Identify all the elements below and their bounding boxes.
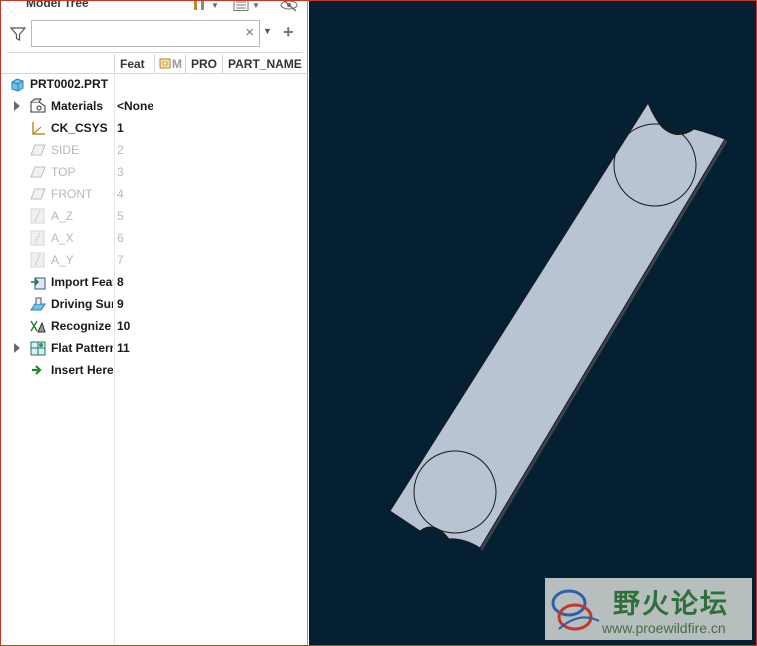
add-icon[interactable]: +: [283, 20, 294, 44]
tree-item-a-y[interactable]: A_Y 7: [1, 249, 307, 271]
tree-item-driving-sur[interactable]: Driving Sur 9: [1, 293, 307, 315]
visibility-filter-button[interactable]: [279, 1, 299, 13]
csys-icon: [32, 122, 45, 135]
datum-plane-icon: [30, 188, 46, 200]
column-header-part-name[interactable]: PART_NAME: [222, 54, 307, 74]
feature-number: 7: [117, 253, 124, 267]
feature-number: 6: [117, 231, 124, 245]
column-header-feat[interactable]: Feat: [114, 54, 154, 74]
feature-number: 2: [117, 143, 124, 157]
tree-item-recognize[interactable]: Recognize 10: [1, 315, 307, 337]
import-feature-icon: [31, 277, 46, 290]
datum-plane-icon: [30, 144, 46, 156]
expand-arrow-icon[interactable]: [14, 343, 20, 353]
driving-surface-icon: [30, 297, 46, 311]
tree-item-label: Import Feat: [51, 275, 113, 289]
list-columns-icon: [233, 1, 249, 11]
sheetmetal-part: [389, 101, 726, 549]
feature-number: 11: [117, 341, 130, 355]
watermark-url: www.proewildfire.cn: [602, 620, 726, 636]
divider: [7, 52, 302, 53]
tree-item-label: A_X: [51, 231, 74, 245]
feature-number: 5: [117, 209, 124, 223]
chevron-down-icon: ▼: [211, 1, 219, 10]
tree-item-label: TOP: [51, 165, 76, 179]
panel-header: Model Tree ▼ ▼: [1, 1, 307, 17]
tree-item-flat-pattern[interactable]: Flat Pattern 11: [1, 337, 307, 359]
mass-props-icon: [159, 58, 171, 69]
tree-item-top[interactable]: TOP 3: [1, 161, 307, 183]
feature-number: 1: [117, 121, 124, 135]
panel-title: Model Tree: [26, 1, 89, 10]
datum-plane-icon: [30, 166, 46, 178]
tree-item-a-x[interactable]: A_X 6: [1, 227, 307, 249]
tree-item-import-feat[interactable]: Import Feat 8: [1, 271, 307, 293]
tree-item-label: SIDE: [51, 143, 80, 157]
search-row: × ▼ +: [1, 20, 307, 48]
chevron-down-icon[interactable]: ▼: [263, 26, 272, 36]
tree-item-insert-here[interactable]: Insert Here: [1, 359, 307, 381]
column-header-m[interactable]: M: [154, 54, 185, 74]
feature-number: 9: [117, 297, 124, 311]
part-icon: [11, 78, 24, 92]
expand-arrow-icon[interactable]: [14, 101, 20, 111]
datum-axis-icon: [30, 252, 45, 268]
tree-root-part[interactable]: PRT0002.PRT: [1, 73, 307, 95]
feature-number: <None: [117, 99, 153, 113]
tree-item-side[interactable]: SIDE 2: [1, 139, 307, 161]
feature-number: 3: [117, 165, 124, 179]
model-view[interactable]: [309, 1, 756, 645]
tree-settings-icon: [194, 1, 204, 10]
show-columns-button[interactable]: ▼: [233, 1, 260, 13]
close-icon[interactable]: ×: [245, 24, 254, 42]
tree-settings-button[interactable]: ▼: [192, 1, 219, 13]
datum-axis-icon: [30, 230, 45, 246]
tree-item-front[interactable]: FRONT 4: [1, 183, 307, 205]
tree-item-label: CK_CSYS: [51, 121, 108, 135]
tree-item-materials[interactable]: Materials <None: [1, 95, 307, 117]
filter-icon[interactable]: [10, 26, 26, 42]
tree-item-ck-csys[interactable]: CK_CSYS 1: [1, 117, 307, 139]
feature-number: 8: [117, 275, 124, 289]
tree-item-a-z[interactable]: A_Z 5: [1, 205, 307, 227]
tree-root-label: PRT0002.PRT: [30, 77, 109, 91]
tree-item-label: Materials: [51, 99, 104, 113]
feature-number: 10: [117, 319, 131, 333]
column-header-pro[interactable]: PRO: [185, 54, 222, 74]
tree-item-label: Flat Pattern: [51, 341, 113, 355]
chevron-down-icon: ▼: [252, 1, 260, 10]
watermark-title: 野火论坛: [613, 589, 729, 620]
tree-item-label: A_Y: [51, 253, 74, 267]
feature-number: 4: [117, 187, 124, 201]
tree-item-label: Insert Here: [51, 363, 113, 377]
materials-icon: [30, 98, 46, 113]
hidden-items-icon: [280, 1, 298, 12]
model-tree-panel: Model Tree ▼ ▼ × ▼ + Feat M PRO PART_NAM…: [1, 1, 308, 645]
recognize-icon: [30, 320, 46, 333]
flat-pattern-icon: [30, 341, 46, 356]
tree-item-label: A_Z: [51, 209, 74, 223]
tree-item-label: Recognize: [51, 319, 112, 333]
search-input[interactable]: [34, 23, 239, 44]
forum-watermark: 野火论坛 www.proewildfire.cn: [545, 578, 752, 640]
forum-logo-icon: [551, 589, 600, 631]
insert-here-arrow-icon: [32, 365, 42, 375]
column-headers: Feat M PRO PART_NAME: [1, 54, 307, 74]
search-box[interactable]: ×: [31, 20, 260, 47]
datum-axis-icon: [30, 208, 45, 224]
tree-item-label: FRONT: [51, 187, 93, 201]
column-header-m-label: M: [172, 57, 182, 71]
graphics-window[interactable]: [309, 1, 756, 645]
tree-item-label: Driving Sur: [51, 297, 113, 311]
